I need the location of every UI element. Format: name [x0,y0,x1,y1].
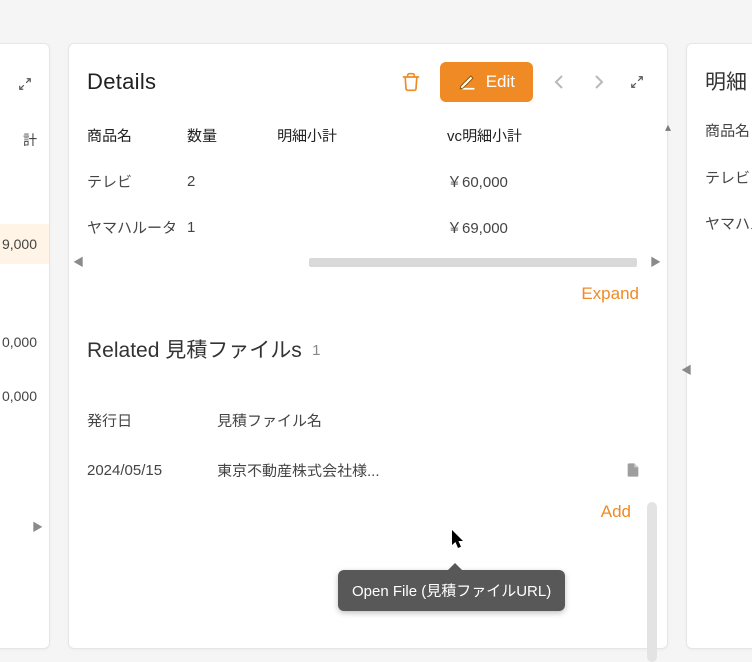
scroll-right-arrow[interactable]: ▶ [32,519,43,535]
add-link[interactable]: Add [87,492,649,522]
delete-button[interactable] [394,65,428,99]
tooltip: Open File (見積ファイルURL) [338,570,565,611]
column-header: 計 [23,130,37,150]
cell-product-name: テレビ [87,171,187,192]
scroll-left-arrow[interactable]: ◀ [681,362,692,378]
details-panel: Details Edit 商品名 数量 明細小計 [68,43,668,649]
cell-product-name: テレビ [687,154,752,200]
scroll-right-arrow[interactable]: ▶ [650,254,661,270]
related-title: Related 見積ファイルs [87,339,302,362]
cell-value: 0,000 [2,388,37,404]
horizontal-scrollbar[interactable]: ◀ ▶ [69,258,667,270]
related-row[interactable]: 2024/05/15 東京不動産株式会社様... [87,448,649,492]
col-issue-date[interactable]: 発行日 [87,410,217,431]
open-file-button[interactable] [617,461,649,479]
related-section: Related 見積ファイルs 1 発行日 見積ファイル名 2024/05/15… [69,304,667,522]
vertical-scrollbar[interactable] [647,502,657,662]
table-header-row: 商品名 数量 明細小計 vc明細小計 ▴ [87,112,649,158]
related-header-row: 発行日 見積ファイル名 [87,398,649,442]
line-items-table: 商品名 数量 明細小計 vc明細小計 ▴ テレビ 2 ￥60,000 ヤマハルー… [69,112,667,250]
edit-button[interactable]: Edit [440,62,533,102]
expand-icon[interactable] [625,70,649,94]
prev-record-panel: 計 9,000 0,000 0,000 ▶ [0,43,50,649]
cell-product-name: ヤマハルータ [87,217,187,238]
cell-quantity: 1 [187,219,277,236]
cell-vc-subtotal: ￥69,000 [447,217,649,238]
sort-indicator-icon[interactable]: ▴ [665,120,671,134]
col-file-name[interactable]: 見積ファイル名 [217,410,617,431]
cell-issue-date: 2024/05/15 [87,462,217,479]
col-product-name[interactable]: 商品名 [87,125,187,146]
related-count: 1 [312,342,320,359]
cell-product-name: ヤマハル [687,200,752,246]
scrollbar-thumb[interactable] [309,258,637,267]
col-subtotal[interactable]: 明細小計 [277,125,447,146]
next-record-panel: 明細 商品名 テレビ ヤマハル ◀ [686,43,752,649]
col-product-name[interactable]: 商品名 [687,106,752,154]
col-vc-subtotal[interactable]: vc明細小計 [447,125,649,146]
col-quantity[interactable]: 数量 [187,125,277,146]
table-row[interactable]: ヤマハルータ 1 ￥69,000 [87,204,649,250]
cell-file-name: 東京不動産株式会社様... [217,460,617,481]
panel-title: Details [87,69,156,95]
prev-record-button[interactable] [545,68,573,96]
related-heading: Related 見積ファイルs 1 [87,334,649,364]
scroll-left-arrow[interactable]: ◀ [73,254,84,270]
cell-vc-subtotal: ￥60,000 [447,171,649,192]
cell-value: 9,000 [0,224,49,264]
expand-icon[interactable] [13,72,37,96]
edit-button-label: Edit [486,72,515,92]
expand-link[interactable]: Expand [69,276,667,304]
next-record-button[interactable] [585,68,613,96]
table-row[interactable]: テレビ 2 ￥60,000 [87,158,649,204]
cell-value: 0,000 [2,334,37,350]
panel-title: 明細 [687,44,752,106]
cell-quantity: 2 [187,173,277,190]
panel-header: Details Edit [69,44,667,112]
